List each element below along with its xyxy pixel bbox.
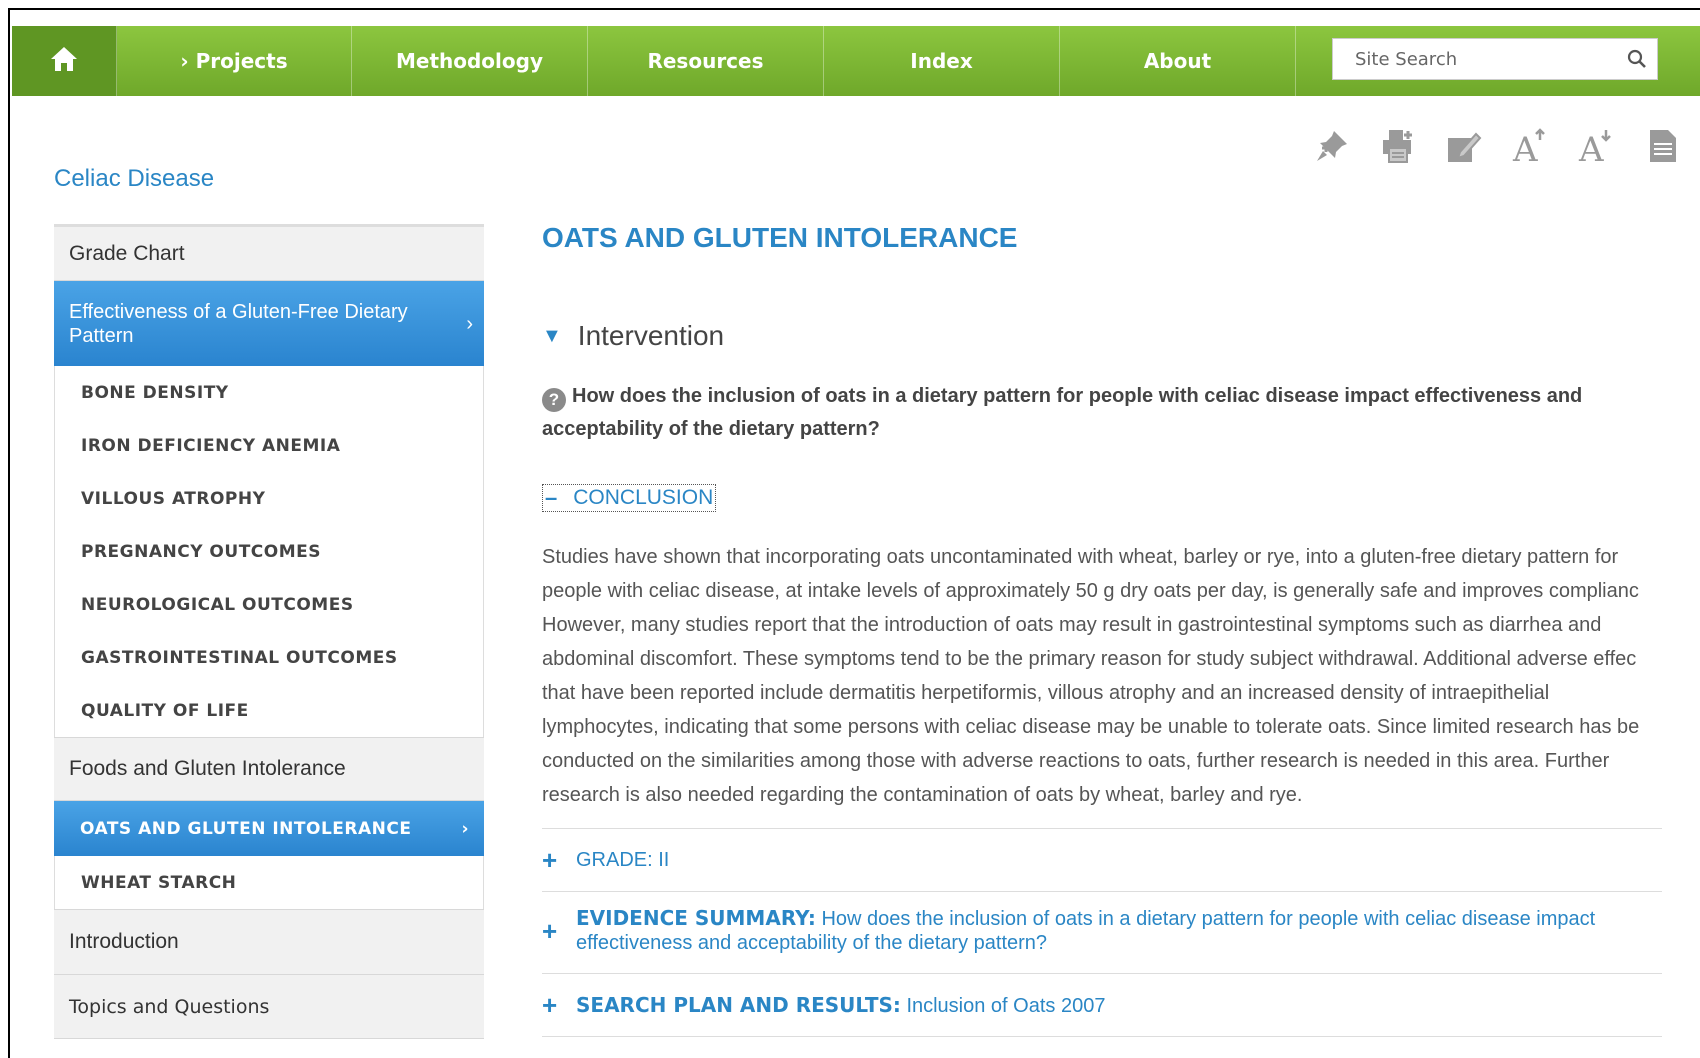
document-icon[interactable] xyxy=(1644,126,1680,166)
evidence-summary-label: EVIDENCE SUMMARY: xyxy=(576,906,816,930)
main-content: OATS AND GLUTEN INTOLERANCE ▼ Interventi… xyxy=(542,210,1662,1037)
sidebar-subitem-pregnancy[interactable]: PREGNANCY OUTCOMES xyxy=(54,525,484,578)
grade-accordion[interactable]: + GRADE: II xyxy=(542,828,1662,891)
home-icon xyxy=(50,46,78,77)
svg-text:A: A xyxy=(1578,130,1604,164)
main-navigation: › Projects Methodology Resources Index A… xyxy=(12,26,1700,96)
pin-icon[interactable] xyxy=(1314,126,1350,166)
conclusion-label: CONCLUSION xyxy=(573,486,714,509)
search-input[interactable] xyxy=(1333,39,1617,79)
plus-icon: + xyxy=(542,916,558,946)
collapse-icon: – xyxy=(545,485,558,510)
nav-resources[interactable]: Resources xyxy=(588,26,824,96)
search-icon[interactable] xyxy=(1617,49,1657,69)
sidebar-item-label: Effectiveness of a Gluten-Free Dietary P… xyxy=(69,300,408,347)
search-plan-description: Inclusion of Oats 2007 xyxy=(906,994,1106,1017)
question-label: How does the inclusion of oats in a diet… xyxy=(542,385,1583,440)
conclusion-line: that have been reported include dermatit… xyxy=(542,682,1550,704)
sidebar-item-grade-chart[interactable]: Grade Chart xyxy=(54,227,484,281)
page-title: OATS AND GLUTEN INTOLERANCE xyxy=(542,222,1018,253)
site-search xyxy=(1332,38,1658,80)
plus-icon: + xyxy=(542,989,558,1020)
sidebar: Grade Chart Effectiveness of a Gluten-Fr… xyxy=(54,224,484,1039)
conclusion-line: research is also needed regarding the co… xyxy=(542,784,1303,806)
nav-about[interactable]: About xyxy=(1060,26,1296,96)
sidebar-item-effectiveness[interactable]: Effectiveness of a Gluten-Free Dietary P… xyxy=(54,281,484,366)
sidebar-item-label: Foods and Gluten Intolerance xyxy=(69,757,346,780)
chevron-right-icon: › xyxy=(466,312,473,335)
sidebar-subitem-oats[interactable]: OATS AND GLUTEN INTOLERANCE › xyxy=(54,801,484,856)
browser-frame: › Projects Methodology Resources Index A… xyxy=(8,8,1700,1058)
chevron-right-icon: › xyxy=(461,818,469,839)
print-icon[interactable] xyxy=(1380,126,1416,166)
grade-label: GRADE: II xyxy=(576,848,670,871)
conclusion-toggle[interactable]: – CONCLUSION xyxy=(542,484,717,512)
intervention-label: Intervention xyxy=(577,320,725,351)
sidebar-item-foods[interactable]: Foods and Gluten Intolerance xyxy=(54,737,484,801)
sidebar-subitem-iron-deficiency[interactable]: IRON DEFICIENCY ANEMIA xyxy=(54,419,484,472)
sidebar-item-label: Introduction xyxy=(69,930,179,953)
question-icon: ? xyxy=(542,388,566,412)
sidebar-item-introduction[interactable]: Introduction xyxy=(54,909,484,975)
conclusion-line: Studies have shown that incorporating oa… xyxy=(542,546,1619,568)
section-title[interactable]: Celiac Disease xyxy=(54,165,214,193)
conclusion-text: Studies have shown that incorporating oa… xyxy=(542,540,1662,812)
conclusion-line: lymphocytes, indicating that some person… xyxy=(542,716,1640,738)
home-button[interactable] xyxy=(12,26,117,96)
page-tools: A A xyxy=(1314,126,1680,166)
sidebar-item-label: Grade Chart xyxy=(69,241,185,265)
sidebar-subitem-villous-atrophy[interactable]: VILLOUS ATROPHY xyxy=(54,472,484,525)
font-decrease-icon[interactable]: A xyxy=(1578,126,1614,166)
search-plan-accordion[interactable]: + SEARCH PLAN AND RESULTS: Inclusion of … xyxy=(542,973,1662,1037)
nav-methodology[interactable]: Methodology xyxy=(352,26,588,96)
question-text: ? How does the inclusion of oats in a die… xyxy=(542,380,1622,446)
sidebar-subitem-neurological[interactable]: NEUROLOGICAL OUTCOMES xyxy=(54,578,484,631)
nav-index[interactable]: Index xyxy=(824,26,1060,96)
conclusion-line: conducted on the similarities among thos… xyxy=(542,750,1610,772)
search-plan-label: SEARCH PLAN AND RESULTS: xyxy=(576,992,901,1017)
sidebar-subitem-gastrointestinal[interactable]: GASTROINTESTINAL OUTCOMES xyxy=(54,631,484,684)
sidebar-item-label: Topics and Questions xyxy=(69,995,270,1018)
conclusion-line: people with celiac disease, at intake le… xyxy=(542,580,1639,602)
sidebar-subitem-wheat-starch[interactable]: WHEAT STARCH xyxy=(54,856,484,909)
sidebar-subitem-quality-of-life[interactable]: QUALITY OF LIFE xyxy=(54,684,484,737)
evidence-summary-accordion[interactable]: + EVIDENCE SUMMARY: How does the inclusi… xyxy=(542,891,1662,973)
svg-text:A: A xyxy=(1512,130,1538,164)
triangle-down-icon: ▼ xyxy=(542,324,562,347)
evidence-summary-text: EVIDENCE SUMMARY: How does the inclusion… xyxy=(576,906,1606,955)
edit-icon[interactable] xyxy=(1446,126,1482,166)
nav-projects[interactable]: › Projects xyxy=(117,26,352,96)
sidebar-item-label: OATS AND GLUTEN INTOLERANCE xyxy=(80,818,412,839)
plus-icon: + xyxy=(542,844,558,875)
conclusion-line: However, many studies report that the in… xyxy=(542,614,1602,636)
sidebar-item-topics[interactable]: Topics and Questions xyxy=(54,975,484,1039)
conclusion-line: abdominal discomfort. These symptoms ten… xyxy=(542,648,1637,670)
intervention-toggle[interactable]: ▼ Intervention xyxy=(542,320,1662,352)
search-plan-text: SEARCH PLAN AND RESULTS: Inclusion of Oa… xyxy=(576,993,1105,1018)
sidebar-subitem-bone-density[interactable]: BONE DENSITY xyxy=(54,366,484,419)
font-increase-icon[interactable]: A xyxy=(1512,126,1548,166)
